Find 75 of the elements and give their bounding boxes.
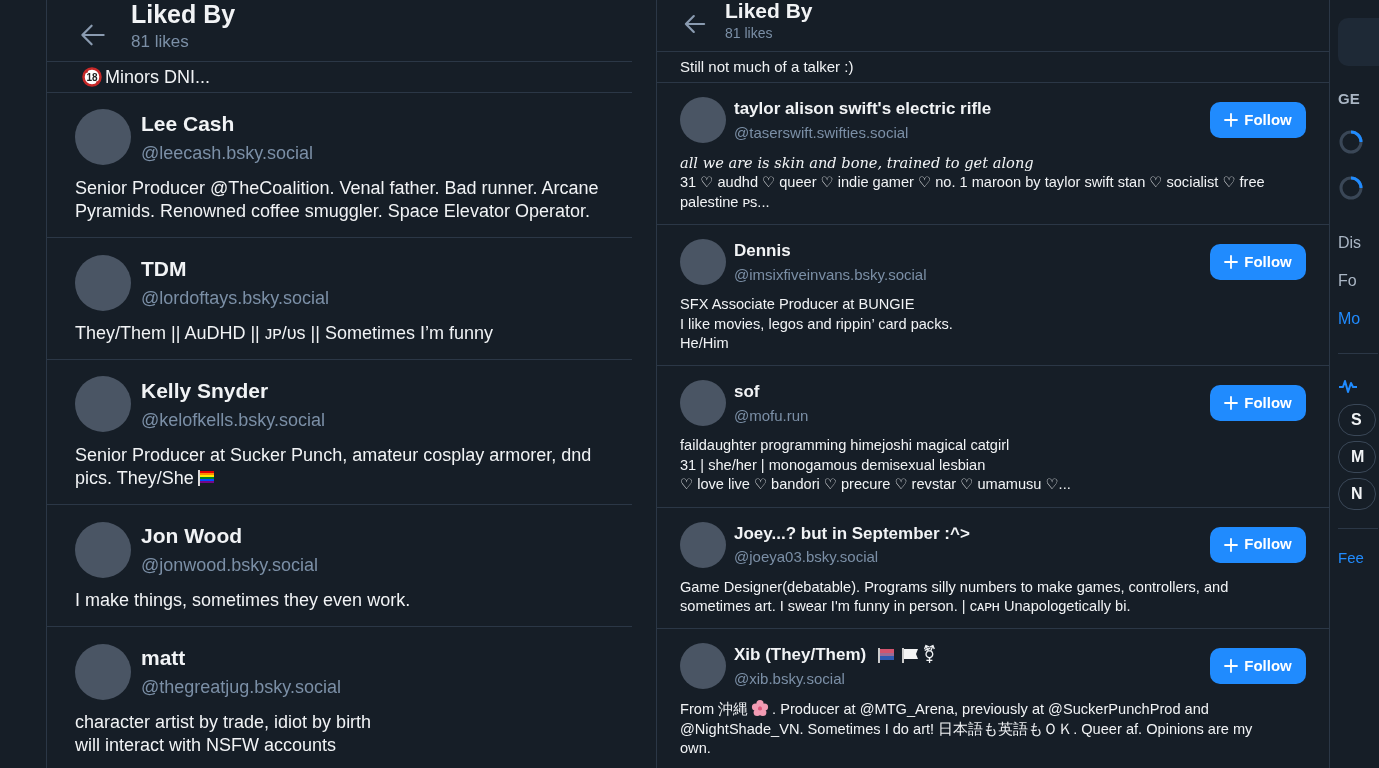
user-handle: @taserswift.swifties.social — [734, 122, 910, 143]
avatar-placeholder — [680, 521, 726, 568]
plus-icon — [1224, 537, 1239, 552]
user-handle: @jonwood.bsky.social — [141, 553, 320, 577]
bio-text: He/Him — [680, 335, 729, 352]
user-name: Kelly Snyder — [141, 378, 269, 405]
age-restriction-icon: 18 — [82, 67, 102, 87]
follow-button[interactable]: Follow — [1210, 526, 1306, 563]
bio-text: Still not much of a talker :) — [680, 56, 854, 77]
loading-spinner-icon — [1338, 174, 1364, 201]
user-name: matt — [141, 645, 186, 672]
avatar-placeholder — [680, 643, 726, 690]
page-title: Liked By — [131, 1, 236, 29]
plus-icon — [1224, 659, 1239, 674]
rainbow-flag-icon — [196, 469, 215, 488]
pulse-icon — [1338, 377, 1358, 394]
avatar-placeholder — [680, 97, 726, 143]
bio-text: They/Them || AuDHD || ᴊᴘ/ᴜs || Sometimes I’m funny — [75, 322, 493, 343]
user-name: Joey...? but in September :^> — [734, 522, 970, 545]
bio-text: ♡ love live ♡ bandori ♡ precure ♡ revstar ♡ umamusu ♡... — [680, 476, 1071, 493]
avatar-placeholder — [680, 239, 726, 286]
follow-button[interactable]: Follow — [1210, 244, 1306, 281]
loading-spinner-icon — [1338, 128, 1364, 155]
user-handle: @kelofkells.bsky.social — [141, 408, 326, 432]
plus-icon — [1224, 396, 1239, 411]
follow-button[interactable]: Follow — [1210, 385, 1306, 422]
user-handle: @imsixfiveinvans.bsky.social — [734, 264, 928, 285]
user-handle: @leecash.bsky.social — [141, 141, 314, 165]
gender-symbol: ⚧ — [922, 644, 937, 667]
bio-text: @NightShade_VN. Sometimes I do art! 日本語も英語もＯＫ. Queer af. Opinions are my — [680, 720, 1253, 737]
user-name: Xib (They/Them) — [734, 644, 867, 667]
bio-text: pics. They/She — [75, 468, 194, 489]
likes-count: 81 likes — [725, 23, 774, 43]
bio-text: I make things, sometimes they even work. — [75, 589, 411, 610]
bio-text: character artist by trade, idiot by birth — [75, 711, 372, 732]
bio-text: I like movies, legos and rippin’ card packs. — [680, 315, 953, 332]
bio-text: own. — [680, 740, 711, 757]
bio-text: Senior Producer at Sucker Punch, amateur cosplay armorer, dnd — [75, 444, 592, 465]
bio-text: From 沖縄 — [680, 701, 749, 718]
page-title: Liked By — [725, 0, 813, 23]
plus-icon — [1224, 255, 1239, 270]
user-handle: @joeya03.bsky.social — [734, 547, 880, 568]
user-handle: @mofu.run — [734, 405, 810, 426]
bio-text: Senior Producer @TheCoalition. Venal father. Bad runner. Arcane Pyramids. Renowned coffee smuggler. Space Elevator Operator. — [75, 177, 599, 221]
sidebar-link[interactable]: Mo — [1338, 306, 1379, 331]
footer-link[interactable]: Fee — [1338, 546, 1379, 569]
bio-text: all we are is skin and bone, trained to get along — [680, 154, 1034, 171]
striped-flag-icon — [877, 646, 896, 665]
plus-icon — [1224, 113, 1239, 127]
user-name: taylor alison swift's electric rifle — [734, 98, 992, 120]
user-name: sof — [734, 381, 760, 404]
bio-text: Game Designer(debatable). Programs silly numbers to make games, controllers, and sometimes art. I swear I'm funny in person. | ᴄᴀᴘʜ Unapologetically bi. — [680, 578, 1229, 615]
user-name: Lee Cash — [141, 111, 235, 137]
bio-text: 31 | she/her | monogamous demisexual lesbian — [680, 456, 986, 473]
user-handle: @thegreatjug.bsky.social — [141, 675, 343, 699]
bio-text: faildaughter programming himejoshi magical catgirl — [680, 437, 1010, 454]
flower-icon — [751, 699, 770, 718]
avatar-placeholder — [680, 380, 726, 427]
user-handle: @xib.bsky.social — [734, 668, 846, 689]
bio-text: Minors DNI... — [105, 65, 210, 89]
follow-button[interactable]: Follow — [1210, 648, 1306, 685]
section-label: GE — [1338, 89, 1361, 109]
bio-text: will interact with NSFW accounts — [75, 735, 337, 756]
user-name: TDM — [141, 256, 187, 283]
flag-icon — [901, 646, 920, 665]
user-name: Jon Wood — [141, 523, 243, 550]
follow-button[interactable]: Follow — [1210, 102, 1306, 138]
likes-count: 81 likes — [131, 30, 190, 53]
user-name: Dennis — [734, 240, 791, 263]
bio-text: . Producer at @MTG_Arena, previously at @SuckerPunchProd and — [772, 701, 1209, 718]
sidebar-link[interactable]: Dis — [1338, 230, 1379, 255]
bio-text: SFX Associate Producer at BUNGIE — [680, 296, 915, 313]
sidebar-link[interactable]: Fo — [1338, 268, 1379, 293]
user-handle: @lordoftays.bsky.social — [141, 286, 330, 310]
bio-text: 31 ♡ audhd ♡ queer ♡ indie gamer ♡ no. 1 maroon by taylor swift stan ♡ socialist ♡ free palestine ᴘs... — [680, 174, 1265, 210]
